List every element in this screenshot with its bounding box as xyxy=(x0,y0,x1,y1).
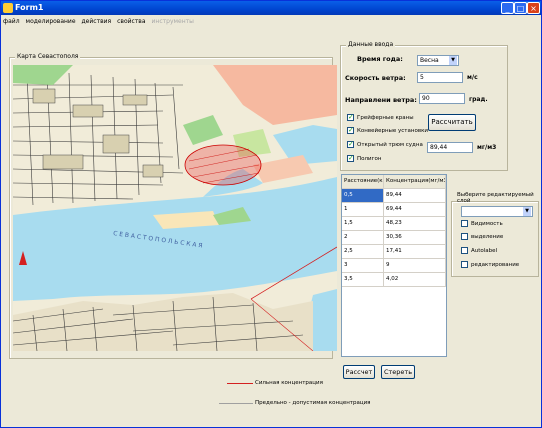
menu-actions[interactable]: действия xyxy=(82,16,112,27)
title-bar[interactable]: Form1 _ □ × xyxy=(1,1,541,15)
checkbox-visibility[interactable]: Видимость xyxy=(461,220,503,227)
run-calculation-button[interactable]: Рассчет xyxy=(343,365,375,379)
table-row[interactable]: 0,5 89,44 xyxy=(342,189,446,203)
cell-distance[interactable]: 1,5 xyxy=(342,217,384,230)
wind-speed-unit: м/с xyxy=(467,74,478,81)
menu-properties[interactable]: свойства xyxy=(117,16,145,27)
strong-concentration-label: Сильная концентрация xyxy=(255,380,323,386)
max-concentration-swatch xyxy=(219,403,253,404)
cell-distance[interactable]: 2,5 xyxy=(342,245,384,258)
menu-modeling[interactable]: моделирование xyxy=(26,16,76,27)
clear-button[interactable]: Стереть xyxy=(381,365,415,379)
input-group-legend: Данные ввода xyxy=(346,41,396,48)
table-row[interactable]: 2,5 17,41 xyxy=(342,245,446,259)
table-row[interactable]: 1,5 48,23 xyxy=(342,217,446,231)
checkbox-box[interactable]: ✓ xyxy=(347,114,354,121)
checkbox-label: Видимость xyxy=(471,220,503,227)
wind-direction-input[interactable]: 90 xyxy=(419,93,465,104)
map-image: С Е В А С Т О П О Л Ь С К А Я xyxy=(13,65,337,351)
header-distance[interactable]: Расстояние(км) xyxy=(342,175,384,188)
season-value: Весна xyxy=(420,57,439,64)
table-row[interactable]: 1 69,44 xyxy=(342,203,446,217)
checkbox-box[interactable] xyxy=(461,233,468,240)
table-row[interactable]: 39 xyxy=(342,259,446,273)
checkbox-box[interactable] xyxy=(461,247,468,254)
wind-speed-input[interactable]: 5 xyxy=(417,72,463,83)
chevron-down-icon[interactable]: ▼ xyxy=(523,207,531,216)
cell-distance[interactable]: 3 xyxy=(342,259,384,272)
checkbox-label: выделение xyxy=(471,233,504,240)
results-table[interactable]: Расстояние(км) Концентрация(мг/м3) 0,589… xyxy=(341,174,447,357)
minimize-icon[interactable]: _ xyxy=(501,2,514,14)
cell-concentration[interactable]: 48,23 xyxy=(384,217,446,230)
wind-direction-label: Направлени ветра: xyxy=(345,96,417,104)
strong-concentration-swatch xyxy=(227,383,253,384)
checkbox-selection[interactable]: выделение xyxy=(461,233,503,240)
maximize-icon[interactable]: □ xyxy=(514,2,527,14)
calculate-button[interactable]: Рассчитать xyxy=(428,114,476,131)
concentration-unit: мг/м3 xyxy=(477,144,497,151)
checkbox-grab-cranes[interactable]: ✓ Грейферные краны xyxy=(347,114,414,121)
cell-concentration[interactable]: 4,02 xyxy=(384,273,446,286)
cell-concentration[interactable]: 9 xyxy=(384,259,446,272)
checkbox-box[interactable] xyxy=(461,261,468,268)
menu-bar: файл моделирование действия свойства инс… xyxy=(1,16,541,27)
app-icon xyxy=(3,3,13,13)
cell-concentration[interactable]: 69,44 xyxy=(384,203,446,216)
checkbox-label: Конвейерные установки xyxy=(357,127,428,134)
layers-title: Выберите редактируемый слой xyxy=(457,192,534,204)
checkbox-label: Грейферные краны xyxy=(357,114,414,121)
header-concentration[interactable]: Концентрация(мг/м3) xyxy=(384,175,446,188)
cell-concentration[interactable]: 17,41 xyxy=(384,245,446,258)
wind-speed-label: Скорость ветра: xyxy=(345,74,406,82)
table-header: Расстояние(км) Концентрация(мг/м3) xyxy=(342,175,446,189)
checkbox-editing[interactable]: редактирование xyxy=(461,261,519,268)
checkbox-box[interactable]: ✓ xyxy=(347,127,354,134)
cell-concentration[interactable]: 30,36 xyxy=(384,231,446,244)
cell-distance[interactable]: 1 xyxy=(342,203,384,216)
wind-direction-unit: град. xyxy=(469,96,488,103)
menu-file[interactable]: файл xyxy=(3,16,20,27)
checkbox-conveyors[interactable]: ✓ Конвейерные установки xyxy=(347,127,428,134)
checkbox-box[interactable]: ✓ xyxy=(347,155,354,162)
season-label: Время года: xyxy=(357,55,403,63)
checkbox-box[interactable] xyxy=(461,220,468,227)
main-window: Form1 _ □ × файл моделирование действия … xyxy=(0,0,542,428)
close-icon[interactable]: × xyxy=(527,2,540,14)
cell-concentration[interactable]: 89,44 xyxy=(384,189,446,202)
cell-distance[interactable]: 2 xyxy=(342,231,384,244)
checkbox-label: редактирование xyxy=(471,261,520,268)
checkbox-open-hold[interactable]: ✓ Открытый трюм судна xyxy=(347,141,423,148)
cell-distance[interactable]: 3,5 xyxy=(342,273,384,286)
checkbox-label: Autolabel xyxy=(471,247,498,254)
concentration-field[interactable]: 89,44 xyxy=(427,142,473,153)
sevastopol-map[interactable]: С Е В А С Т О П О Л Ь С К А Я xyxy=(13,65,337,351)
table-row[interactable]: 3,5 4,02 xyxy=(342,273,446,287)
map-group-legend: Карта Севастополя xyxy=(15,53,81,60)
menu-tools: инструменты xyxy=(151,18,194,25)
window-title: Form1 xyxy=(15,3,44,12)
checkbox-polygon[interactable]: ✓ Полигон xyxy=(347,155,381,162)
max-concentration-label: Предельно - допустимая концентрация xyxy=(255,400,371,406)
checkbox-box[interactable]: ✓ xyxy=(347,141,354,148)
cell-distance[interactable]: 0,5 xyxy=(342,189,384,202)
checkbox-label: Полигон xyxy=(357,155,382,162)
table-row[interactable]: 2 30,36 xyxy=(342,231,446,245)
season-select[interactable]: Весна ▼ xyxy=(417,55,459,66)
checkbox-autolabel[interactable]: Autolabel xyxy=(461,247,497,254)
chevron-down-icon[interactable]: ▼ xyxy=(449,56,457,65)
checkbox-label: Открытый трюм судна xyxy=(357,141,423,148)
layer-select[interactable]: ▼ xyxy=(461,206,533,217)
